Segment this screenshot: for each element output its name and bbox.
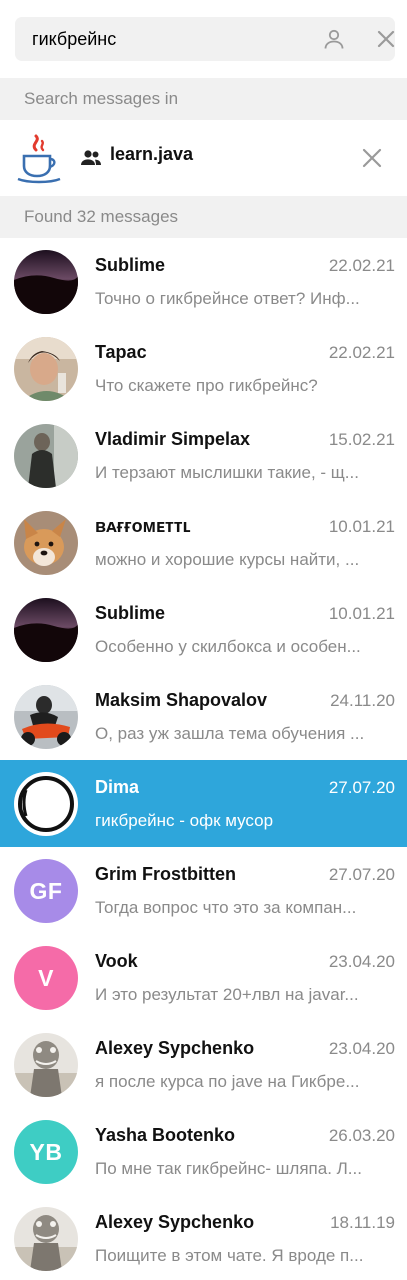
sender-name: Тарас — [95, 342, 147, 362]
message-date: 18.11.19 — [330, 1213, 395, 1232]
search-input[interactable] — [32, 17, 312, 61]
search-scope-chat[interactable]: learn.java — [0, 120, 407, 196]
avatar — [14, 511, 78, 575]
result-row[interactable]: Тарас 22.02.21 Что скажете про гикбрейнс? — [0, 325, 407, 412]
message-date: 10.01.21 — [328, 604, 395, 623]
result-row[interactable]: Maksim Shapovalov 24.11.20 О, раз уж зашла… — [0, 673, 407, 760]
result-row[interactable]: ʙᴀғғᴏᴍᴇᴛᴛʟ 10.01.21 можно и хорошие курсы … — [0, 499, 407, 586]
sender-name: Alexey Sypchenko — [95, 1212, 255, 1232]
user-icon[interactable] — [322, 27, 346, 51]
results-count-header: Found 32 messages — [0, 196, 407, 238]
message-date: 22.02.21 — [328, 343, 395, 362]
message-preview: И терзают мыслишки такие, - щ... — [95, 463, 359, 482]
sender-name: Sublime — [95, 255, 166, 275]
avatar — [14, 1207, 78, 1271]
message-preview: гикбрейнс - офк мусор — [95, 811, 274, 830]
sender-name: Yasha Bootenko — [95, 1125, 236, 1145]
sender-name: Maksim Shapovalov — [95, 690, 268, 710]
message-preview: я после курса по jave на Гикбре... — [95, 1072, 360, 1091]
result-row[interactable]: Sublime 10.01.21 Особенно у скилбокса и ос… — [0, 586, 407, 673]
search-bar — [0, 0, 407, 78]
java-logo-icon — [17, 134, 61, 184]
message-preview: По мне так гикбрейнс- шляпа. Л... — [95, 1159, 362, 1178]
message-date: 23.04.20 — [328, 1039, 395, 1058]
sender-name: Alexey Sypchenko — [95, 1038, 255, 1058]
sender-name: ʙᴀғғᴏᴍᴇᴛᴛʟ — [95, 516, 191, 536]
message-preview: Точно о гикбрейнсе ответ? Инф... — [95, 289, 360, 308]
result-row[interactable]: YB Yasha Bootenko 26.03.20 По мне так гикбр… — [0, 1108, 407, 1195]
result-row[interactable]: Alexey Sypchenko 18.11.19 Поищите в этом ч… — [0, 1195, 407, 1280]
message-date: 15.02.21 — [328, 430, 395, 449]
message-date: 26.03.20 — [328, 1126, 395, 1145]
message-preview: Что скажете про гикбрейнс? — [95, 376, 318, 395]
message-date: 10.01.21 — [328, 517, 395, 536]
group-icon — [81, 150, 101, 165]
avatar — [14, 337, 78, 401]
avatar — [14, 1033, 78, 1097]
avatar-initials: GF — [29, 877, 63, 904]
avatar — [14, 685, 78, 749]
message-date: 27.07.20 — [328, 778, 395, 797]
message-date: 23.04.20 — [328, 952, 395, 971]
result-row[interactable]: Vladimir Simpelax 15.02.21 И терзают мысли… — [0, 412, 407, 499]
sender-name: Dima — [95, 777, 140, 797]
sender-name: Vladimir Simpelax — [95, 429, 251, 449]
avatar-initials: YB — [29, 1138, 63, 1165]
message-preview: Особенно у скилбокса и особен... — [95, 637, 361, 656]
sender-name: Vook — [95, 951, 138, 971]
message-preview: О, раз уж зашла тема обучения ... — [95, 724, 365, 743]
search-box[interactable] — [15, 17, 395, 61]
message-preview: можно и хорошие курсы найти, ... — [95, 550, 360, 569]
result-row[interactable]: Sublime 22.02.21 Точно о гикбрейнсе ответ?… — [0, 238, 407, 325]
message-date: 24.11.20 — [330, 691, 395, 710]
avatar-initials: V — [38, 964, 54, 991]
result-row[interactable]: GF Grim Frostbitten 27.07.20 Тогда вопрос ч… — [0, 847, 407, 934]
message-date: 22.02.21 — [328, 256, 395, 275]
result-row[interactable]: Dima 27.07.20 гикбрейнс - офк мусор — [0, 760, 407, 847]
search-scope-header: Search messages in — [0, 78, 407, 120]
result-row[interactable]: Alexey Sypchenko 23.04.20 я после курса по… — [0, 1021, 407, 1108]
avatar — [14, 598, 78, 662]
avatar — [14, 250, 78, 314]
result-row[interactable]: V Vook 23.04.20 И это результат 20+лвл на j… — [0, 934, 407, 1021]
sender-name: Sublime — [95, 603, 166, 623]
avatar: V — [14, 946, 78, 1010]
results-list: Sublime 22.02.21 Точно о гикбрейнсе ответ?… — [0, 238, 407, 1280]
close-icon[interactable] — [361, 147, 383, 169]
avatar: GF — [14, 859, 78, 923]
message-preview: Поищите в этом чате. Я вроде п... — [95, 1246, 364, 1265]
message-preview: И это результат 20+лвл на javar... — [95, 985, 359, 1004]
avatar — [14, 772, 78, 836]
sender-name: Grim Frostbitten — [95, 864, 237, 884]
avatar — [14, 424, 78, 488]
message-date: 27.07.20 — [328, 865, 395, 884]
close-icon[interactable] — [375, 28, 397, 50]
avatar: YB — [14, 1120, 78, 1184]
scope-chat-name: learn.java — [110, 144, 194, 164]
message-preview: Тогда вопрос что это за компан... — [95, 898, 357, 917]
